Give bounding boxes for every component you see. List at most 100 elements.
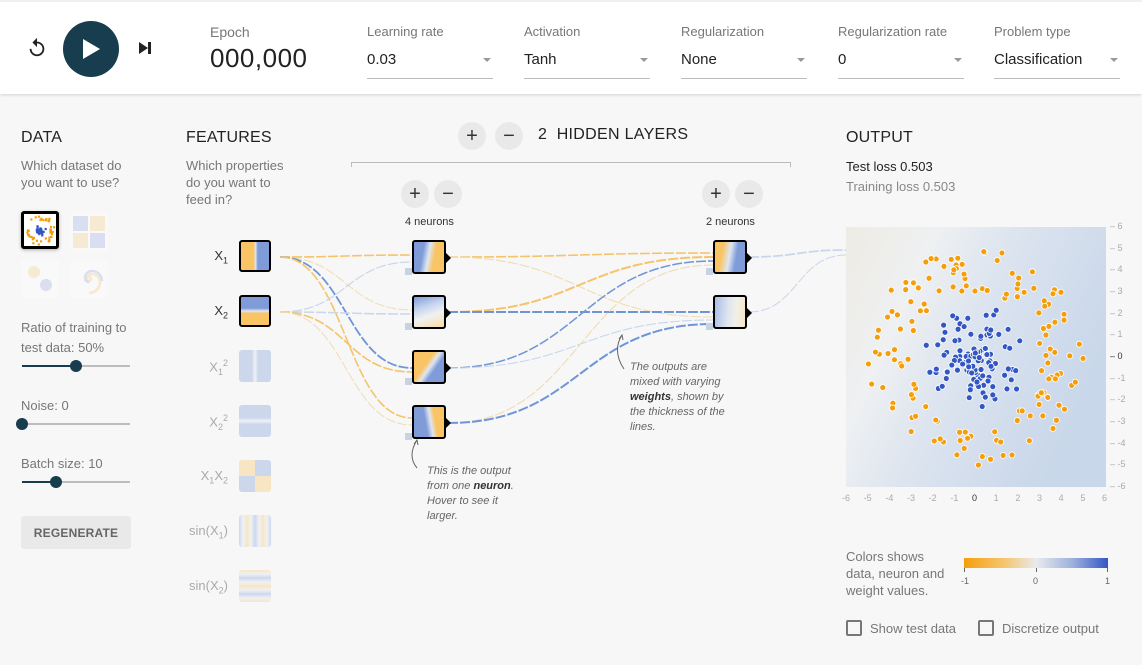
layer2-remove-neuron-button[interactable]: − bbox=[735, 180, 763, 208]
data-point-blue bbox=[966, 386, 974, 394]
data-point-orange bbox=[912, 412, 920, 420]
weight-link[interactable] bbox=[748, 254, 847, 313]
feature-sin-x2: sin(X2) bbox=[180, 570, 280, 604]
colorbar-tick-label: 1 bbox=[1105, 576, 1111, 586]
feature-x2-toggle[interactable] bbox=[239, 295, 271, 327]
feature-x1-label: X1 bbox=[214, 248, 228, 266]
weights-annotation: The outputs are mixed with varying weigh… bbox=[630, 360, 730, 435]
data-point-orange bbox=[914, 284, 922, 292]
data-point-blue bbox=[989, 391, 997, 399]
data-point-orange bbox=[910, 279, 917, 287]
data-point-orange bbox=[916, 307, 924, 315]
x-tick-label: 3 bbox=[1037, 493, 1043, 503]
y-tick-label: – -6 bbox=[1110, 481, 1126, 491]
data-point-blue bbox=[981, 345, 989, 352]
layer1-add-neuron-button[interactable]: + bbox=[401, 180, 429, 208]
show-test-data-label: Show test data bbox=[870, 620, 956, 636]
feature-sin-x1-toggle[interactable] bbox=[239, 515, 271, 547]
data-point-orange bbox=[1013, 293, 1021, 301]
annotation-text: The outputs are mixed with varying bbox=[630, 361, 721, 388]
y-tick-label: – 5 bbox=[1110, 242, 1123, 253]
colorbar-tick-label: 0 bbox=[1033, 576, 1039, 586]
weight-link[interactable] bbox=[279, 256, 413, 311]
feature-x2-squared-toggle[interactable] bbox=[239, 405, 271, 437]
training-loss: Training loss 0.503 bbox=[846, 179, 956, 194]
data-point-orange bbox=[980, 248, 988, 256]
neuron-l1-2[interactable] bbox=[412, 295, 451, 329]
data-point-orange bbox=[998, 249, 1006, 257]
neuron-l2-1[interactable] bbox=[713, 240, 752, 274]
data-point-orange bbox=[956, 428, 963, 436]
discretize-output-checkbox[interactable] bbox=[978, 620, 994, 636]
data-point-orange bbox=[1049, 290, 1057, 298]
feature-x1x2: X1X2 bbox=[180, 460, 280, 494]
feature-x1-toggle[interactable] bbox=[239, 240, 271, 272]
data-point-orange bbox=[1057, 288, 1065, 296]
data-point-blue bbox=[948, 361, 956, 369]
data-point-orange bbox=[930, 437, 938, 445]
data-point-orange bbox=[1049, 425, 1057, 432]
y-tick-label: – 2 bbox=[1110, 307, 1123, 318]
data-point-blue bbox=[949, 312, 957, 320]
minus-icon: − bbox=[442, 183, 454, 205]
x-tick-label: -3 bbox=[907, 493, 916, 503]
neuron-l1-3[interactable] bbox=[412, 350, 451, 384]
weight-link[interactable] bbox=[447, 252, 714, 258]
remove-layer-button[interactable]: − bbox=[495, 122, 523, 150]
data-point-orange bbox=[1038, 367, 1045, 375]
discretize-output-toggle[interactable]: Discretize output bbox=[978, 620, 1099, 636]
data-point-blue bbox=[932, 365, 940, 373]
bias-indicator bbox=[405, 268, 412, 275]
color-legend-text: Colors shows data, neuron and weight val… bbox=[846, 549, 945, 598]
data-point-orange bbox=[958, 287, 966, 295]
data-point-orange bbox=[983, 287, 991, 294]
annotation-bold: neuron bbox=[473, 480, 511, 492]
y-tick-label: – -5 bbox=[1110, 459, 1126, 470]
weight-link[interactable] bbox=[279, 311, 413, 426]
data-point-blue bbox=[959, 360, 967, 368]
layer1-remove-neuron-button[interactable]: − bbox=[434, 180, 462, 208]
data-point-blue bbox=[1006, 344, 1014, 352]
data-point-blue bbox=[1004, 365, 1012, 373]
data-point-orange bbox=[987, 455, 994, 463]
weight-link[interactable] bbox=[279, 261, 413, 313]
data-point-orange bbox=[904, 355, 912, 363]
hidden-layers-label: HIDDEN LAYERS bbox=[556, 126, 689, 143]
weight-link[interactable] bbox=[447, 256, 714, 318]
x-tick-label: -4 bbox=[885, 493, 894, 503]
weight-link[interactable] bbox=[748, 249, 847, 258]
data-point-orange bbox=[891, 356, 898, 364]
data-point-blue bbox=[987, 362, 995, 370]
plus-icon: + bbox=[710, 183, 722, 205]
data-point-blue bbox=[989, 383, 997, 391]
data-point-orange bbox=[897, 325, 904, 333]
data-point-orange bbox=[1060, 310, 1068, 318]
weight-link[interactable] bbox=[279, 311, 413, 373]
feature-x1x2-toggle[interactable] bbox=[239, 460, 271, 492]
show-test-data-checkbox[interactable] bbox=[846, 620, 862, 636]
y-tick-label: – -4 bbox=[1110, 437, 1126, 448]
feature-x1-squared-toggle[interactable] bbox=[239, 350, 271, 382]
layer2-add-neuron-button[interactable]: + bbox=[702, 180, 730, 208]
data-point-blue bbox=[992, 306, 1000, 314]
neuron-l2-2[interactable] bbox=[713, 295, 752, 329]
data-point-blue bbox=[965, 363, 973, 371]
data-point-orange bbox=[954, 254, 962, 262]
data-point-orange bbox=[1035, 401, 1043, 408]
data-point-orange bbox=[940, 262, 948, 270]
y-tick-label: – -2 bbox=[1110, 394, 1126, 405]
bias-indicator bbox=[405, 323, 412, 330]
data-point-blue bbox=[977, 366, 985, 373]
output-decision-heatmap[interactable] bbox=[846, 227, 1106, 487]
y-tick-label: – 4 bbox=[1110, 264, 1123, 275]
weight-link[interactable] bbox=[279, 254, 413, 258]
data-point-blue bbox=[965, 357, 972, 365]
neuron-l1-1[interactable] bbox=[412, 240, 451, 274]
weight-link[interactable] bbox=[279, 256, 413, 419]
add-layer-button[interactable]: + bbox=[458, 122, 486, 150]
show-test-data-toggle[interactable]: Show test data bbox=[846, 620, 956, 636]
neuron-l1-4[interactable] bbox=[412, 405, 451, 439]
feature-sin-x2-toggle[interactable] bbox=[239, 570, 271, 602]
data-point-orange bbox=[935, 287, 943, 295]
data-point-blue bbox=[1016, 337, 1024, 345]
